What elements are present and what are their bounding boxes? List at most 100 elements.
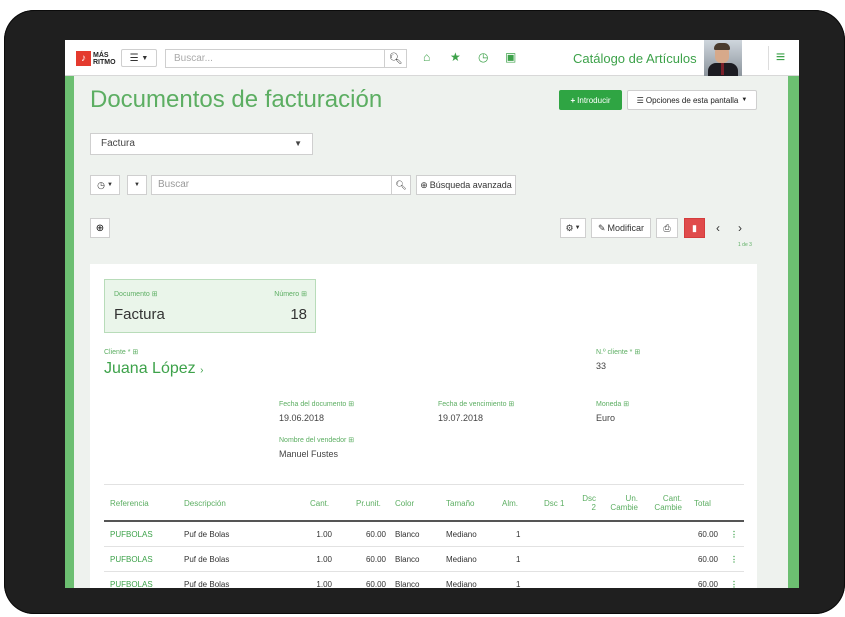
page-title: Documentos de facturación [90,86,383,113]
row-color: Blanco [395,530,420,539]
top-navbar: ♪ MÁS RITMO ☰ ▼ Buscar... 🔍︎ ⌂ ★ ◷ ▣ Cat… [65,40,799,76]
introduce-button[interactable]: + Introducir [559,90,622,110]
home-icon[interactable]: ⌂ [423,50,430,64]
filter-field-dropdown-button[interactable]: ▼ [127,175,147,195]
due-date-label: Fecha de vencimiento ⊞ [438,401,515,408]
advanced-search-button[interactable]: ⊕ Búsqueda avanzada [416,175,516,195]
zoom-button[interactable]: ⊕ [90,218,110,238]
catalog-link[interactable]: Catálogo de Artículos [573,51,697,66]
row-size: Mediano [446,530,477,539]
row-menu-icon[interactable]: ⋮ [730,530,738,539]
row-qty: 1.00 [316,555,332,564]
clock-icon[interactable]: ◷ [478,50,488,64]
table-row[interactable]: PUFBOLAS Puf de Bolas 1.00 60.00 Blanco … [104,522,744,547]
currency-field: Moneda ⊞ Euro [596,400,629,423]
plus-icon: + [570,95,576,105]
logo-line-2: RITMO [93,58,116,66]
col-store[interactable]: Alm. [502,499,518,508]
col-size[interactable]: Tamaño [446,499,474,508]
client-link[interactable]: Juana López › [104,360,203,378]
number-value: 18 [290,306,307,323]
modify-button[interactable]: ✎ Modificar [591,218,651,238]
due-date-value[interactable]: 19.07.2018 [438,413,514,423]
star-icon[interactable]: ★ [450,50,461,64]
list-icon: ☰ [636,95,644,105]
currency-label: Moneda ⊞ [596,401,630,408]
hamburger-menu-icon[interactable]: ≡ [768,46,792,70]
next-record-button[interactable]: › [731,218,749,238]
seller-field: Nombre del vendedor ⊞ Manuel Fustes [279,436,354,459]
document-date-label: Fecha del documento ⊞ [279,401,355,408]
col-qty-change[interactable]: Cant. Cambie [648,494,682,512]
row-desc: Puf de Bolas [184,555,230,564]
clock-icon: ◷ [97,179,105,190]
row-store: 1 [516,530,521,539]
row-ref[interactable]: PUFBOLAS [110,580,153,588]
introduce-button-label: Introducir [577,95,611,105]
chevron-down-icon: ▼ [134,182,140,188]
row-color: Blanco [395,555,420,564]
seller-label: Nombre del vendedor ⊞ [279,437,355,444]
col-dsc2[interactable]: Dsc 2 [580,494,596,512]
client-field: Cliente * ⊞ Juana López › [104,348,203,378]
chevron-right-icon: › [200,365,204,376]
search-plus-icon: ⊕ [95,222,105,234]
actions-dropdown-button[interactable]: ⚙ ▼ [560,218,586,238]
table-header: Referencia Descripción Cant. Pr.unit. Co… [104,484,744,522]
chevron-down-icon: ▼ [574,225,581,231]
chevron-down-icon: ▼ [141,54,149,62]
due-date-field: Fecha de vencimiento ⊞ 19.07.2018 [438,400,514,423]
row-price: 60.00 [365,555,386,564]
document-date-value[interactable]: 19.06.2018 [279,413,354,423]
delete-button[interactable]: ▮ [684,218,705,238]
row-ref[interactable]: PUFBOLAS [110,530,153,539]
client-number-field: N.º cliente * ⊞ 33 [596,348,640,371]
col-price[interactable]: Pr.unit. [356,499,381,508]
row-menu-icon[interactable]: ⋮ [730,555,738,564]
filter-search-input[interactable]: Buscar [151,175,404,195]
app-logo[interactable]: ♪ MÁS RITMO [76,50,116,67]
row-price: 60.00 [365,580,386,588]
view-list-dropdown-button[interactable]: ☰ ▼ [121,49,157,67]
row-size: Mediano [446,580,477,588]
calendar-icon[interactable]: ▣ [505,50,516,64]
print-button[interactable]: ⎙ [656,218,678,238]
print-icon: ⎙ [663,222,671,233]
screen-options-button[interactable]: ☰ Opciones de esta pantalla ▼ [627,90,757,110]
col-unit-change[interactable]: Un. Cambie [604,494,638,512]
record-pager: 1 de 3 [738,242,752,248]
page-content: Documentos de facturación + Introducir ☰… [74,76,788,588]
advanced-search-label: Búsqueda avanzada [429,180,512,190]
currency-value[interactable]: Euro [596,413,629,423]
document-type-value: Factura [101,138,135,149]
client-number-label: N.º cliente * ⊞ [596,349,641,356]
document-type-select[interactable]: Factura ▼ [90,133,313,155]
previous-record-button[interactable]: ‹ [709,218,727,238]
modify-button-label: Modificar [607,223,645,233]
left-accent-strip [65,76,74,588]
chevron-left-icon: ‹ [716,221,720,235]
global-search-button[interactable]: 🔍︎ [385,49,407,68]
table-row[interactable]: PUFBOLAS Puf de Bolas 1.00 60.00 Blanco … [104,572,744,588]
col-dsc1[interactable]: Dsc 1 [544,499,564,508]
filter-search-button[interactable]: 🔍︎ [391,175,411,195]
row-qty: 1.00 [316,530,332,539]
col-ref[interactable]: Referencia [110,499,149,508]
saved-filter-dropdown-button[interactable]: ◷ ▼ [90,175,120,195]
row-ref[interactable]: PUFBOLAS [110,555,153,564]
seller-value[interactable]: Manuel Fustes [279,449,354,459]
row-menu-icon[interactable]: ⋮ [730,580,738,588]
col-desc[interactable]: Descripción [184,499,226,508]
col-color[interactable]: Color [395,499,414,508]
screen-options-label: Opciones de esta pantalla [645,95,739,105]
table-row[interactable]: PUFBOLAS Puf de Bolas 1.00 60.00 Blanco … [104,547,744,572]
user-avatar[interactable] [704,40,742,76]
col-qty[interactable]: Cant. [310,499,329,508]
row-store: 1 [516,580,521,588]
row-store: 1 [516,555,521,564]
search-plus-icon: ⊕ [420,179,428,190]
row-qty: 1.00 [316,580,332,588]
global-search-input[interactable]: Buscar... [165,49,385,68]
col-total[interactable]: Total [694,499,711,508]
list-icon: ☰ [129,52,139,64]
